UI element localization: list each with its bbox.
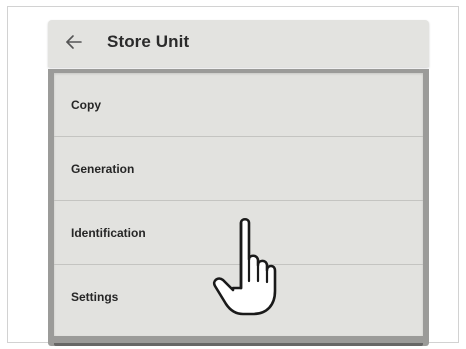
menu-item-copy[interactable]: Copy [54,73,423,136]
menu-item-label: Generation [71,161,135,176]
menu-item-generation[interactable]: Generation [54,137,423,200]
menu-item-label: Identification [71,225,146,240]
menu-item-identification[interactable]: Identification [54,201,423,264]
menu-item-label: Copy [71,97,101,112]
device-screen: Store Unit Copy Generation Identificatio… [48,20,429,346]
arrow-left-icon[interactable] [65,32,83,52]
app-bar: Store Unit [48,20,429,67]
page-title: Store Unit [107,32,190,51]
menu-list: Copy Generation Identification Settings [54,73,423,336]
menu-item-label: Settings [71,289,119,304]
menu-item-settings[interactable]: Settings [54,265,423,328]
panel-shadow [54,343,423,346]
menu-panel: Copy Generation Identification Settings [48,69,429,346]
